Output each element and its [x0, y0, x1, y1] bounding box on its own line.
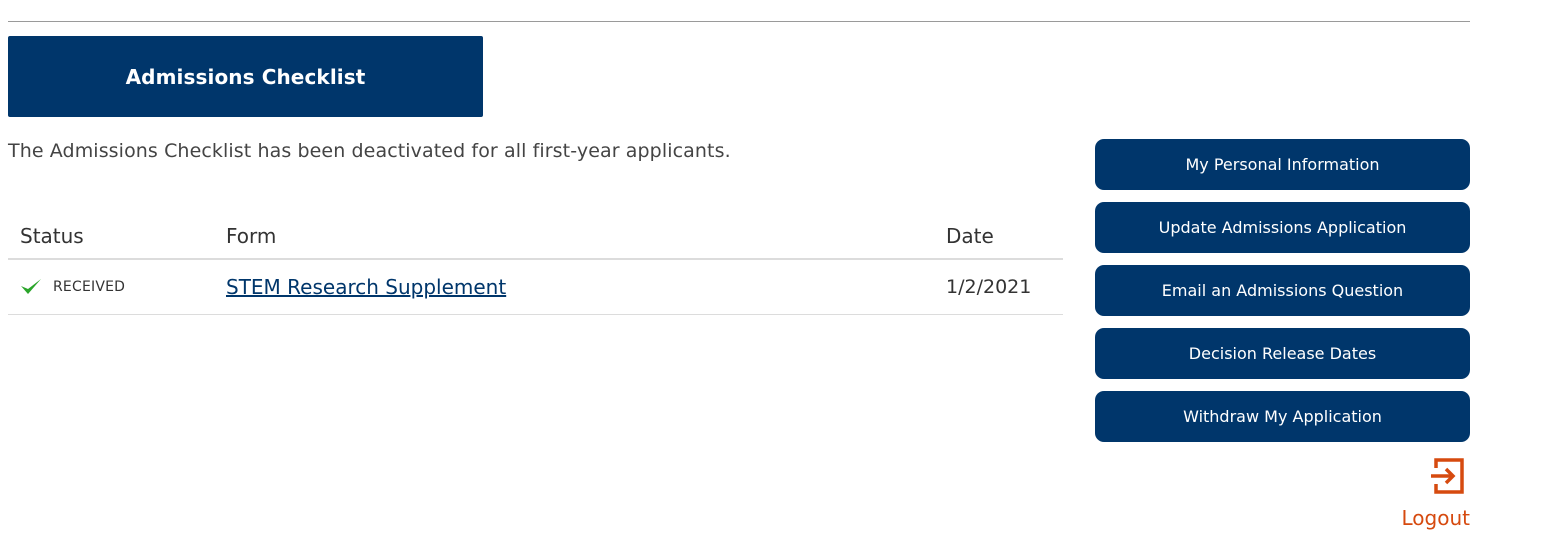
checklist-table: Status Form Date RECEIVED STEM Research … — [8, 220, 1063, 315]
logout-button[interactable]: Logout — [1395, 456, 1470, 530]
page-title-banner: Admissions Checklist — [8, 36, 483, 117]
top-divider — [8, 21, 1470, 22]
form-cell: STEM Research Supplement — [214, 259, 934, 315]
withdraw-application-button[interactable]: Withdraw My Application — [1095, 391, 1470, 442]
form-column-header: Form — [214, 220, 934, 260]
date-cell: 1/2/2021 — [934, 259, 1063, 315]
status-cell: RECEIVED — [8, 259, 214, 315]
check-icon — [20, 277, 42, 297]
status-column-header: Status — [8, 220, 214, 260]
deactivation-notice: The Admissions Checklist has been deacti… — [8, 140, 731, 162]
sidebar-nav: My Personal Information Update Admission… — [1095, 139, 1470, 442]
decision-release-dates-button[interactable]: Decision Release Dates — [1095, 328, 1470, 379]
logout-icon — [1428, 456, 1468, 496]
date-column-header: Date — [934, 220, 1063, 260]
my-personal-information-button[interactable]: My Personal Information — [1095, 139, 1470, 190]
email-admissions-question-button[interactable]: Email an Admissions Question — [1095, 265, 1470, 316]
logout-label: Logout — [1401, 506, 1470, 530]
form-link-stem-research-supplement[interactable]: STEM Research Supplement — [226, 275, 506, 299]
status-label: RECEIVED — [53, 279, 126, 295]
update-admissions-application-button[interactable]: Update Admissions Application — [1095, 202, 1470, 253]
page-title: Admissions Checklist — [125, 64, 366, 89]
table-header-row: Status Form Date — [8, 220, 1063, 260]
table-row: RECEIVED STEM Research Supplement 1/2/20… — [8, 259, 1063, 315]
status-badge: RECEIVED — [20, 277, 214, 297]
